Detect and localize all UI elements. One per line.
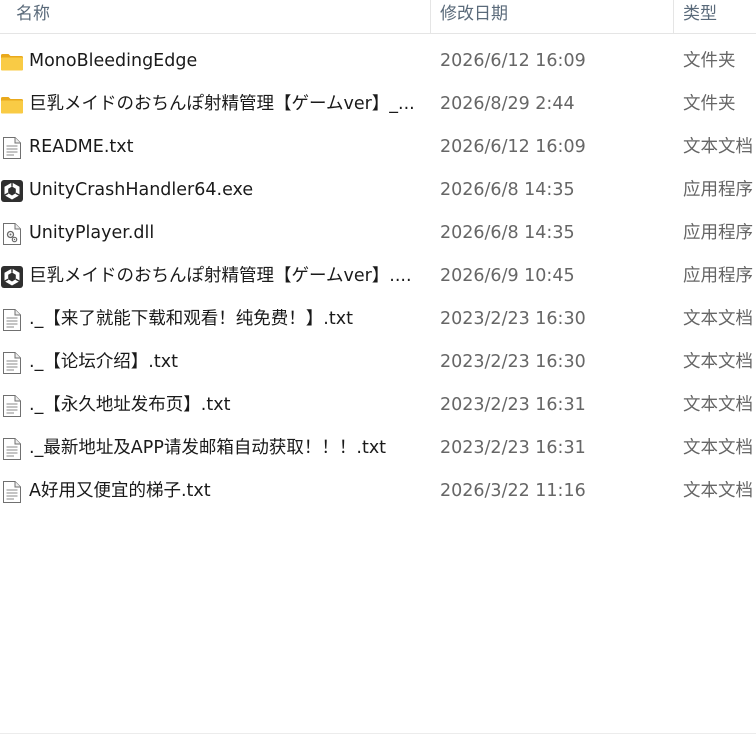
file-name[interactable]: 巨乳メイドのおちんぽ射精管理【ゲームver】....: [29, 255, 421, 298]
file-type: 文本文档: [683, 352, 753, 372]
text-file-icon: [0, 136, 24, 160]
unity-app-icon: [0, 265, 24, 289]
folder-icon: [0, 93, 24, 117]
file-type: 文本文档: [683, 395, 753, 415]
file-name[interactable]: ._最新地址及APP请发邮箱自动获取！！！.txt: [29, 427, 421, 470]
text-file-icon: [0, 394, 24, 418]
file-list: MonoBleedingEdge 2026/6/12 16:09 文件夹 巨乳メイド…: [0, 40, 756, 513]
file-modified-date: 2026/3/22 11:16: [440, 481, 586, 501]
column-resize-handle[interactable]: [673, 0, 674, 33]
dll-file-icon: [0, 222, 24, 246]
file-type: 文本文档: [683, 481, 753, 501]
file-type: 文本文档: [683, 137, 753, 157]
file-type: 文件夹: [683, 51, 736, 71]
text-file-icon: [0, 308, 24, 332]
file-row[interactable]: MonoBleedingEdge 2026/6/12 16:09 文件夹: [0, 40, 756, 83]
file-modified-date: 2023/2/23 16:30: [440, 309, 586, 329]
file-type: 应用程序: [683, 223, 753, 243]
file-row[interactable]: ._最新地址及APP请发邮箱自动获取！！！.txt 2023/2/23 16:31…: [0, 427, 756, 470]
text-file-icon: [0, 437, 24, 461]
file-name[interactable]: UnityCrashHandler64.exe: [29, 169, 421, 212]
column-header-name[interactable]: 名称: [16, 0, 50, 33]
column-resize-handle[interactable]: [430, 0, 431, 33]
file-name[interactable]: A好用又便宜的梯子.txt: [29, 470, 421, 513]
file-type: 文本文档: [683, 309, 753, 329]
file-modified-date: 2026/6/8 14:35: [440, 180, 575, 200]
column-header-date[interactable]: 修改日期: [440, 0, 508, 33]
file-row[interactable]: README.txt 2026/6/12 16:09 文本文档: [0, 126, 756, 169]
file-modified-date: 2023/2/23 16:31: [440, 438, 586, 458]
file-name[interactable]: MonoBleedingEdge: [29, 40, 421, 83]
file-modified-date: 2026/8/29 2:44: [440, 94, 575, 114]
file-modified-date: 2026/6/12 16:09: [440, 51, 586, 71]
file-row[interactable]: ._【永久地址发布页】.txt 2023/2/23 16:31 文本文档: [0, 384, 756, 427]
file-row[interactable]: UnityCrashHandler64.exe 2026/6/8 14:35 应用程…: [0, 169, 756, 212]
file-row[interactable]: A好用又便宜的梯子.txt 2026/3/22 11:16 文本文档: [0, 470, 756, 513]
file-name[interactable]: UnityPlayer.dll: [29, 212, 421, 255]
file-row[interactable]: UnityPlayer.dll 2026/6/8 14:35 应用程序: [0, 212, 756, 255]
file-type: 应用程序: [683, 266, 753, 286]
divider: [0, 733, 756, 734]
column-header-type[interactable]: 类型: [683, 0, 717, 33]
unity-app-icon: [0, 179, 24, 203]
file-row[interactable]: ._【论坛介绍】.txt 2023/2/23 16:30 文本文档: [0, 341, 756, 384]
file-type: 应用程序: [683, 180, 753, 200]
file-name[interactable]: ._【来了就能下载和观看！纯免费！】.txt: [29, 298, 421, 341]
file-explorer: 名称 修改日期 类型 MonoBleedingEdge 2026/6/12 16:…: [0, 0, 756, 735]
file-modified-date: 2026/6/9 10:45: [440, 266, 575, 286]
file-type: 文本文档: [683, 438, 753, 458]
file-name[interactable]: ._【永久地址发布页】.txt: [29, 384, 421, 427]
file-name[interactable]: ._【论坛介绍】.txt: [29, 341, 421, 384]
folder-icon: [0, 50, 24, 74]
file-modified-date: 2023/2/23 16:30: [440, 352, 586, 372]
file-modified-date: 2026/6/12 16:09: [440, 137, 586, 157]
file-type: 文件夹: [683, 94, 736, 114]
file-modified-date: 2026/6/8 14:35: [440, 223, 575, 243]
file-modified-date: 2023/2/23 16:31: [440, 395, 586, 415]
text-file-icon: [0, 351, 24, 375]
column-header-row: 名称 修改日期 类型: [0, 0, 756, 34]
file-row[interactable]: 巨乳メイドのおちんぽ射精管理【ゲームver】_... 2026/8/29 2:44…: [0, 83, 756, 126]
file-row[interactable]: ._【来了就能下载和观看！纯免费！】.txt 2023/2/23 16:30 文本文…: [0, 298, 756, 341]
file-name[interactable]: 巨乳メイドのおちんぽ射精管理【ゲームver】_...: [29, 83, 421, 126]
file-row[interactable]: 巨乳メイドのおちんぽ射精管理【ゲームver】.... 2026/6/9 10:45…: [0, 255, 756, 298]
text-file-icon: [0, 480, 24, 504]
file-name[interactable]: README.txt: [29, 126, 421, 169]
